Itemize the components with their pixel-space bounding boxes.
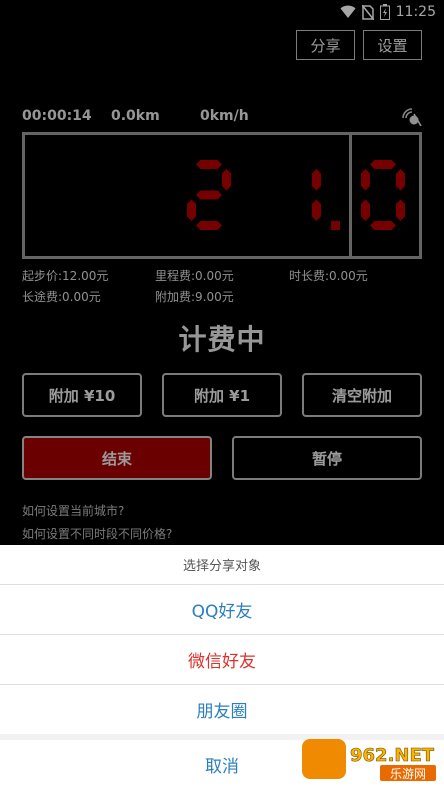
watermark-text: 962.NET bbox=[350, 745, 435, 766]
share-moments[interactable]: 朋友圈 bbox=[0, 684, 444, 734]
share-qq-friends[interactable]: QQ好友 bbox=[0, 584, 444, 634]
site-watermark: 962.NET 乐游网 bbox=[302, 737, 438, 783]
share-sheet-title: 选择分享对象 bbox=[0, 545, 444, 584]
watermark-subtext: 乐游网 bbox=[390, 767, 426, 781]
dim-overlay[interactable] bbox=[0, 0, 444, 545]
share-wechat-friends[interactable]: 微信好友 bbox=[0, 634, 444, 684]
